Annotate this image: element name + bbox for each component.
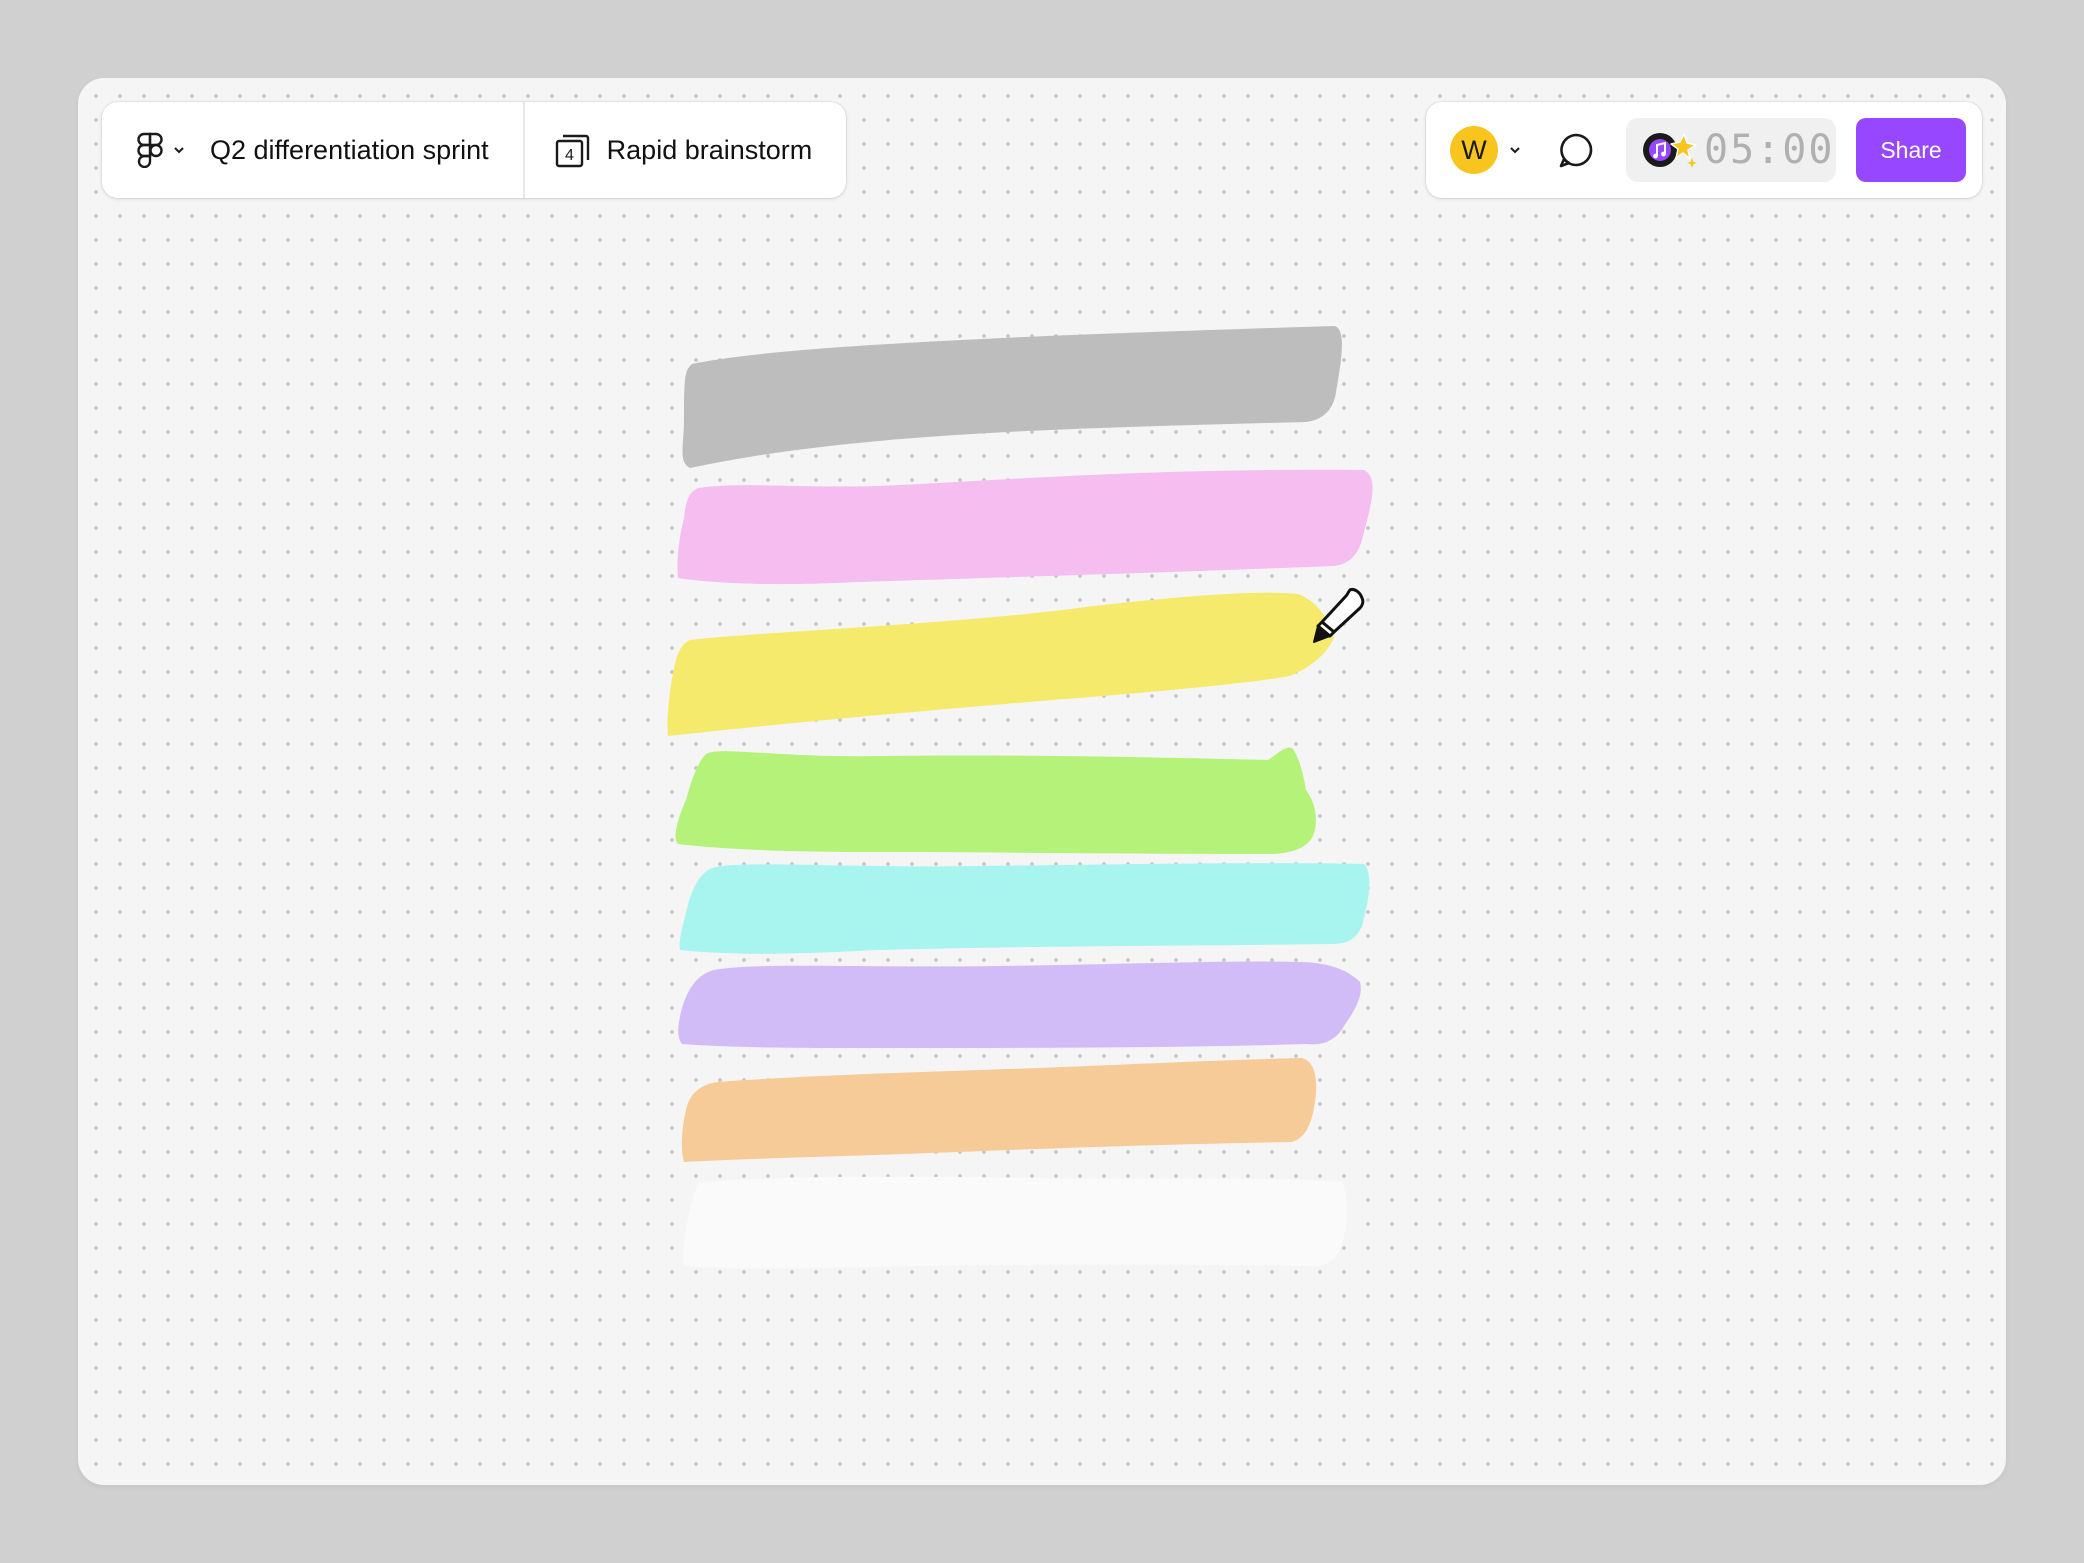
stroke-gray[interactable] bbox=[682, 326, 1342, 468]
figma-logo-icon bbox=[137, 132, 163, 168]
chevron-down-icon bbox=[174, 147, 184, 154]
stroke-violet[interactable] bbox=[678, 961, 1361, 1048]
collab-toolbar: W 05:00 Share bbox=[1426, 102, 1982, 198]
timer-widget[interactable]: 05:00 bbox=[1626, 118, 1836, 182]
page-switcher[interactable]: 4 Rapid brainstorm bbox=[553, 130, 813, 170]
file-toolbar: Q2 differentiation sprint 4 Rapid brains… bbox=[102, 102, 846, 198]
stroke-white[interactable] bbox=[683, 1176, 1348, 1269]
music-sparkle-icon bbox=[1643, 133, 1697, 168]
avatar: W bbox=[1450, 126, 1498, 174]
user-menu[interactable]: W bbox=[1450, 126, 1522, 174]
comment-button[interactable] bbox=[1556, 130, 1596, 170]
pages-stack-icon: 4 bbox=[555, 134, 589, 168]
page-count: 4 bbox=[565, 147, 574, 164]
stroke-cyan[interactable] bbox=[679, 863, 1370, 954]
page-title: Rapid brainstorm bbox=[606, 134, 813, 165]
timer-display: 05:00 bbox=[1704, 127, 1835, 173]
stroke-orange[interactable] bbox=[681, 1058, 1317, 1162]
share-button[interactable]: Share bbox=[1856, 118, 1966, 182]
canvas-window[interactable]: Q2 differentiation sprint 4 Rapid brains… bbox=[78, 78, 2006, 1485]
stroke-pink[interactable] bbox=[677, 469, 1373, 585]
comment-bubble-icon bbox=[1559, 133, 1593, 168]
stroke-yellow[interactable] bbox=[667, 592, 1334, 736]
marker-pen-cursor-icon bbox=[1310, 586, 1366, 644]
marker-strokes bbox=[667, 326, 1373, 1269]
toolbar-divider bbox=[522, 102, 525, 198]
chevron-down-icon bbox=[1510, 147, 1520, 154]
main-menu-button[interactable] bbox=[136, 132, 186, 168]
stroke-green[interactable] bbox=[675, 747, 1316, 854]
file-title[interactable]: Q2 differentiation sprint bbox=[210, 135, 489, 166]
